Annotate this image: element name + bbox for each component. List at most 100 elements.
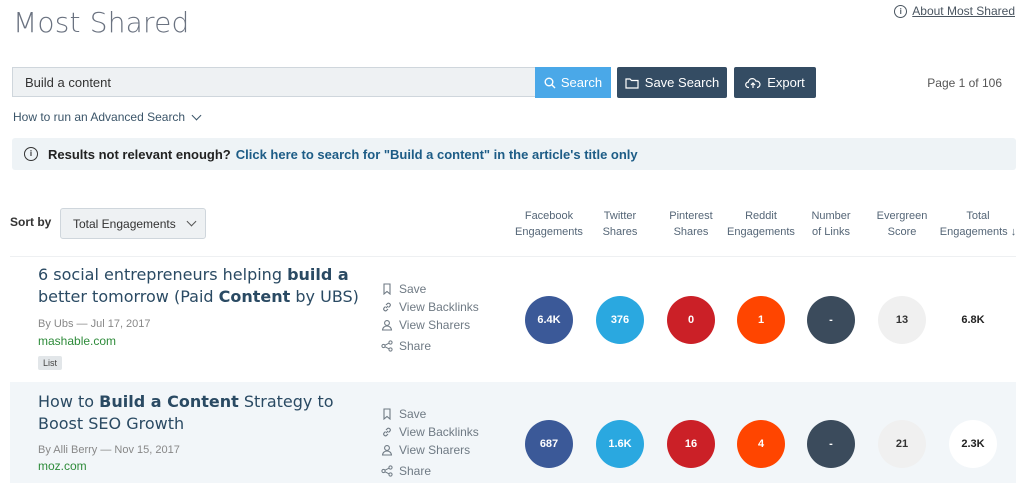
column-header-facebook[interactable]: Facebook Engagements xyxy=(509,208,589,240)
col-line: Shares xyxy=(602,226,638,238)
col-line: of Links xyxy=(812,226,850,238)
export-button[interactable]: Export xyxy=(734,67,816,98)
number-of-links-badge[interactable]: - xyxy=(807,296,855,344)
article-author[interactable]: By Alli Berry xyxy=(38,444,97,456)
info-icon: i xyxy=(24,147,38,161)
share-icon xyxy=(381,465,393,477)
view-backlinks-action[interactable]: View Backlinks xyxy=(381,425,479,439)
col-line: Engagements xyxy=(515,226,583,238)
pinterest-shares-badge: 16 xyxy=(667,420,715,468)
total-engagements-value: 2.3K xyxy=(949,420,997,468)
about-link-text[interactable]: About Most Shared xyxy=(912,4,1015,18)
title-text: by UBS) xyxy=(290,287,359,306)
chevron-down-icon xyxy=(191,110,202,120)
save-label: Save xyxy=(399,282,427,296)
sort-by-label: Sort by xyxy=(10,215,52,229)
col-line: Pinterest xyxy=(669,210,713,222)
advanced-search-label: How to run an Advanced Search xyxy=(13,110,186,124)
reddit-engagements-badge: 1 xyxy=(737,296,785,344)
column-header-total[interactable]: Total Engagements ↓ xyxy=(935,208,1021,240)
sort-select[interactable]: Total Engagements xyxy=(60,208,206,239)
number-of-links-badge[interactable]: - xyxy=(807,420,855,468)
article-tag: List xyxy=(38,356,63,370)
article-domain[interactable]: mashable.com xyxy=(38,334,116,348)
evergreen-score-badge: 13 xyxy=(878,296,926,344)
search-field-container xyxy=(12,67,535,97)
title-text: How to xyxy=(38,392,100,411)
page-indicator: Page 1 of 106 xyxy=(927,76,1002,90)
backlinks-label: View Backlinks xyxy=(399,300,479,314)
facebook-engagements-badge: 687 xyxy=(525,420,573,468)
search-icon xyxy=(544,77,556,88)
user-icon xyxy=(381,445,393,456)
twitter-shares-badge: 1.6K xyxy=(596,420,644,468)
col-line: Number xyxy=(811,210,851,222)
column-header-pinterest[interactable]: Pinterest Shares xyxy=(651,208,731,240)
share-action[interactable]: Share xyxy=(381,339,431,353)
save-search-label: Save Search xyxy=(644,75,720,90)
sharers-label: View Sharers xyxy=(399,443,471,457)
twitter-shares-badge: 376 xyxy=(596,296,644,344)
column-header-evergreen[interactable]: Evergreen Score xyxy=(862,208,942,240)
col-line: Reddit xyxy=(745,210,777,222)
article-title[interactable]: 6 social entrepreneurs helping build a b… xyxy=(38,264,368,308)
col-line: Facebook xyxy=(524,210,574,222)
banner-title-search-link[interactable]: Click here to search for "Build a conten… xyxy=(236,147,638,162)
col-line: Total xyxy=(966,210,990,222)
article-meta: By Alli Berry — Nov 15, 2017 xyxy=(38,444,180,456)
col-line: Evergreen xyxy=(876,210,928,222)
export-label: Export xyxy=(767,75,805,90)
title-text: better tomorrow (Paid xyxy=(38,287,219,306)
page-title: Most Shared xyxy=(13,6,190,39)
title-highlight: Build a Content xyxy=(99,392,239,411)
bookmark-icon xyxy=(383,408,391,420)
cloud-upload-icon xyxy=(745,77,761,88)
article-author[interactable]: By Ubs xyxy=(38,318,73,330)
search-input[interactable] xyxy=(13,68,535,96)
column-header-twitter[interactable]: Twitter Shares xyxy=(580,208,660,240)
relevance-banner: i Results not relevant enough? Click her… xyxy=(12,138,1016,170)
chevron-down-icon xyxy=(186,216,197,227)
search-button[interactable]: Search xyxy=(535,67,611,98)
view-sharers-action[interactable]: View Sharers xyxy=(381,443,470,457)
folder-icon xyxy=(625,77,639,89)
share-icon xyxy=(381,340,393,352)
share-action[interactable]: Share xyxy=(381,464,431,478)
save-action[interactable]: Save xyxy=(381,407,426,421)
user-icon xyxy=(381,320,393,331)
share-label: Share xyxy=(399,464,432,478)
reddit-engagements-badge: 4 xyxy=(737,420,785,468)
sort-selected-value: Total Engagements xyxy=(73,216,176,231)
view-backlinks-action[interactable]: View Backlinks xyxy=(381,300,479,314)
sharers-label: View Sharers xyxy=(399,318,471,332)
article-domain[interactable]: moz.com xyxy=(38,459,87,473)
col-line: Score xyxy=(887,226,917,238)
article-title[interactable]: How to Build a Content Strategy to Boost… xyxy=(38,391,368,435)
article-date: Jul 17, 2017 xyxy=(90,318,151,330)
view-sharers-action[interactable]: View Sharers xyxy=(381,318,470,332)
title-text: 6 social entrepreneurs helping xyxy=(38,265,288,284)
evergreen-score-badge: 21 xyxy=(878,420,926,468)
column-header-links[interactable]: Number of Links xyxy=(791,208,871,240)
title-highlight: Content xyxy=(218,287,291,306)
banner-prefix: Results not relevant enough? xyxy=(48,146,231,162)
col-line: Engagements ↓ xyxy=(939,226,1017,238)
search-button-label: Search xyxy=(560,75,603,90)
save-label: Save xyxy=(399,407,427,421)
link-icon xyxy=(383,302,391,312)
save-search-button[interactable]: Save Search xyxy=(617,67,727,98)
title-highlight: build a xyxy=(287,265,349,284)
advanced-search-toggle[interactable]: How to run an Advanced Search xyxy=(13,110,202,124)
link-icon xyxy=(383,427,391,437)
article-date: Nov 15, 2017 xyxy=(114,444,180,456)
pinterest-shares-badge: 0 xyxy=(667,296,715,344)
save-action[interactable]: Save xyxy=(381,282,426,296)
about-most-shared-link[interactable]: i About Most Shared xyxy=(894,4,1015,18)
col-line: Shares xyxy=(673,226,709,238)
column-header-reddit[interactable]: Reddit Engagements xyxy=(721,208,801,240)
share-label: Share xyxy=(399,339,432,353)
facebook-engagements-badge: 6.4K xyxy=(525,296,573,344)
total-engagements-value: 6.8K xyxy=(961,314,985,326)
col-line: Engagements xyxy=(727,226,795,238)
col-line: Twitter xyxy=(603,210,637,222)
